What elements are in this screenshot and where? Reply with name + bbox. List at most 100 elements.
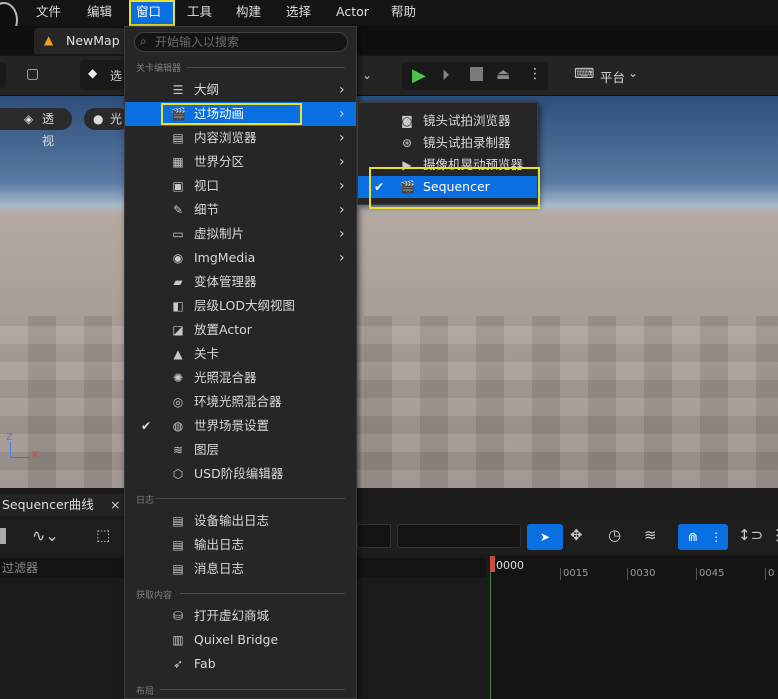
chevron-right-icon: › — [339, 202, 345, 218]
tab-sequencer-curves[interactable]: Sequencer曲线 × — [0, 494, 124, 516]
content-icon[interactable]: ▢ — [26, 66, 48, 86]
menu-item-hlod[interactable]: ◧ 层级LOD大纲视图 — [125, 294, 356, 318]
layers-icon: ≋ — [172, 443, 184, 457]
tick-label: 0045 — [696, 568, 724, 580]
chevron-down-icon[interactable]: ⌄ — [362, 68, 372, 82]
menu-window[interactable]: 窗口 — [129, 0, 175, 26]
menu-item-label: 世界场景设置 — [194, 418, 270, 433]
platform-button[interactable]: ⌨ 平台 ⌄ — [574, 66, 644, 86]
menu-item-content-browser[interactable]: ▤ 内容浏览器 › — [125, 126, 356, 150]
variant-manager-icon: ▰ — [173, 275, 183, 289]
menu-actor[interactable]: Actor — [336, 0, 369, 26]
menu-item-variant-manager[interactable]: ▰ 变体管理器 — [125, 270, 356, 294]
timeline[interactable]: 0000 0015 0030 0045 0 — [490, 556, 778, 699]
chevron-right-icon: › — [339, 106, 345, 122]
menu-item-label: 放置Actor — [194, 322, 252, 337]
chevron-right-icon: › — [339, 130, 345, 146]
search-field[interactable] — [357, 524, 391, 548]
menu-item-details[interactable]: ✎ 细节 › — [125, 198, 356, 222]
menu-build[interactable]: 构建 — [236, 0, 261, 26]
menu-item-bridge[interactable]: ▥ Quixel Bridge — [125, 628, 356, 652]
align-icon[interactable]: ↕⊃ — [738, 526, 763, 544]
marquee-select-icon[interactable]: ⬚ — [96, 526, 110, 544]
menu-search-input[interactable] — [155, 34, 341, 50]
section-layout: 布局 — [136, 687, 155, 697]
content-browser-icon: ▤ — [172, 131, 184, 145]
menu-item-marketplace[interactable]: ⛁ 打开虚幻商城 — [125, 604, 356, 628]
menu-help[interactable]: 帮助 — [391, 0, 416, 26]
lit-label: 光 — [110, 112, 123, 126]
menu-select[interactable]: 选择 — [286, 0, 311, 26]
menu-item-output-log[interactable]: ▤ 输出日志 — [125, 533, 356, 557]
perspective-button[interactable]: ◈ 透视 — [14, 108, 72, 148]
transform-icon[interactable]: ✥ — [570, 526, 583, 544]
menu-item-levels[interactable]: ▲ 关卡 — [125, 342, 356, 366]
tick-label: 0 — [765, 568, 774, 580]
menu-item-label: 世界分区 — [194, 154, 245, 169]
menubar: 文件 编辑 窗口 工具 构建 选择 Actor 帮助 — [0, 0, 778, 38]
more-options-icon[interactable]: ⋮ — [528, 66, 542, 82]
menu-item-device-log[interactable]: ▤ 设备输出日志 — [125, 509, 356, 533]
menu-item-take-recorder[interactable]: ⊛ 镜头试拍录制器 — [358, 132, 537, 154]
snapping-button[interactable]: ⋒ ⋮ — [678, 524, 728, 550]
levels-icon: ▲ — [173, 347, 183, 361]
menu-item-imgmedia[interactable]: ◉ ImgMedia › — [125, 246, 356, 270]
retime-icon[interactable]: ◷ — [608, 526, 621, 544]
menu-item-message-log[interactable]: ▤ 消息日志 — [125, 557, 356, 581]
playhead[interactable] — [490, 556, 495, 572]
menu-item-outline[interactable]: ☰ 大纲 › — [125, 78, 356, 102]
menu-tools[interactable]: 工具 — [187, 0, 212, 26]
menu-item-virtual-production[interactable]: ▭ 虚拟制片 › — [125, 222, 356, 246]
menu-item-viewport[interactable]: ▣ 视口 › — [125, 174, 356, 198]
menu-item-world-partition[interactable]: ▦ 世界分区 › — [125, 150, 356, 174]
sphere-icon: ● — [93, 112, 104, 126]
menu-item-place-actor[interactable]: ◪ 放置Actor — [125, 318, 356, 342]
close-icon[interactable]: × — [110, 494, 120, 516]
select-mode-button[interactable]: ◆ 选 — [80, 60, 124, 90]
divider — [180, 593, 345, 594]
menu-item-usd[interactable]: ⬡ USD阶段编辑器 — [125, 462, 356, 486]
menu-item-label: 细节 — [194, 202, 220, 217]
menu-edit[interactable]: 编辑 — [87, 0, 112, 26]
tab-label: Sequencer曲线 — [2, 497, 94, 512]
stop-icon[interactable] — [470, 67, 483, 81]
menu-item-world-settings[interactable]: ✔ ◍ 世界场景设置 — [125, 414, 356, 438]
menu-item-label: 层级LOD大纲视图 — [194, 298, 295, 313]
menu-search-field[interactable]: ⌕ — [134, 32, 348, 52]
play-icon[interactable]: ▶ — [412, 65, 426, 86]
menu-item-layers[interactable]: ≋ 图层 — [125, 438, 356, 462]
menu-item-label: Fab — [194, 656, 216, 671]
step-icon[interactable]: ⏵ — [442, 66, 450, 84]
save-icon[interactable] — [0, 62, 6, 88]
tab-newmap[interactable]: ▲ NewMap — [34, 28, 126, 54]
search-icon: ⌕ — [140, 34, 147, 48]
menu-item-fab[interactable]: ➶ Fab — [125, 652, 356, 676]
multi-curve-icon[interactable]: ≋ — [644, 526, 657, 544]
select-mode-label: 选 — [110, 69, 123, 83]
menu-item-take-browser[interactable]: ◙ 镜头试拍浏览器 — [358, 110, 537, 132]
eject-icon[interactable]: ⏏ — [496, 65, 510, 83]
divider — [186, 67, 345, 68]
menu-item-label: 视口 — [194, 178, 220, 193]
save-icon[interactable] — [0, 528, 6, 544]
curve-icon[interactable]: ∿⌄ — [32, 526, 59, 545]
play-controls: ▶ ⏵ ⏏ ⋮ — [402, 62, 548, 90]
world-partition-icon: ▦ — [172, 155, 184, 169]
menu-item-light-mixer[interactable]: ✺ 光照混合器 — [125, 366, 356, 390]
light-mixer-icon: ✺ — [172, 371, 184, 385]
z-axis-line — [10, 442, 11, 458]
x-axis-line — [10, 457, 30, 458]
highlight-box — [161, 103, 302, 125]
menu-item-label: 消息日志 — [194, 561, 245, 576]
chevron-right-icon: › — [339, 226, 345, 242]
usd-icon: ⬡ — [172, 467, 184, 481]
search-field-2[interactable] — [397, 524, 521, 548]
menu-item-label: 设备输出日志 — [194, 513, 270, 528]
select-mode-icon: ◆ — [88, 66, 98, 80]
menu-item-env-light-mixer[interactable]: ◎ 环境光照混合器 — [125, 390, 356, 414]
more-options-icon[interactable]: ⋮ — [770, 526, 778, 544]
select-tool-button[interactable]: ➤ — [527, 524, 563, 550]
place-actor-icon: ◪ — [172, 323, 184, 337]
output-log-icon: ▤ — [172, 538, 184, 552]
menu-file[interactable]: 文件 — [36, 0, 61, 26]
